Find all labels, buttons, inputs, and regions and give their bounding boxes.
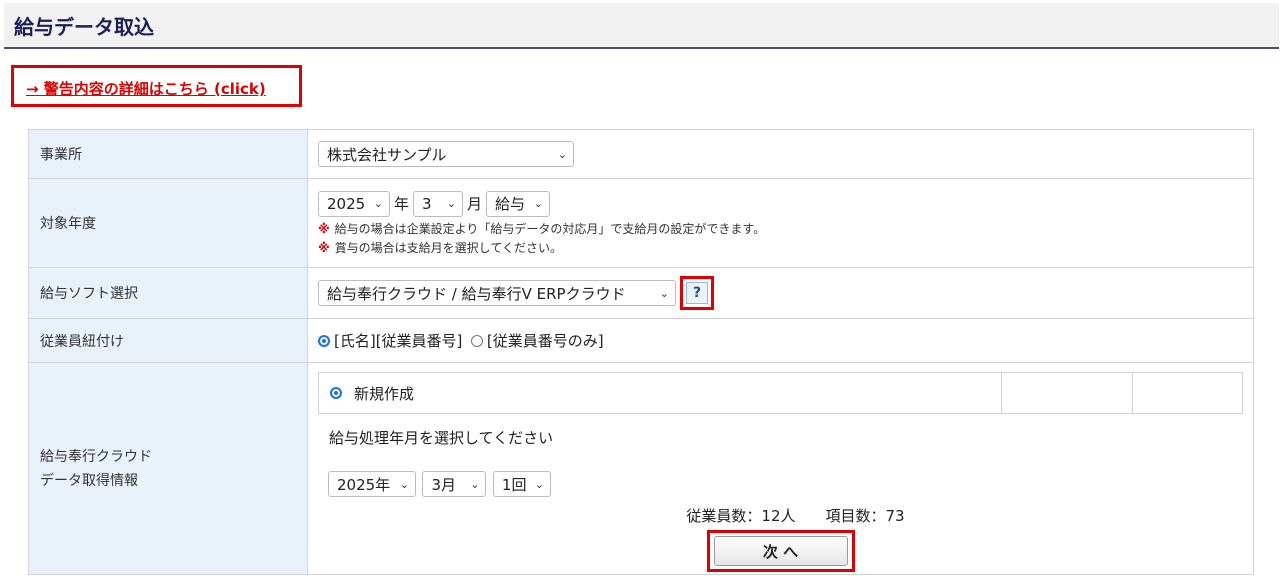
row-employee-link: 従業員紐付け [氏名][従業員番号] [従業員番号のみ] xyxy=(28,318,1254,363)
page-title: 給与データ取込 xyxy=(14,15,154,39)
process-count-select[interactable]: 1回 ⌄ xyxy=(492,471,551,497)
help-icon[interactable]: ? xyxy=(686,282,708,304)
office-label: 事業所 xyxy=(28,129,308,179)
month-unit: 月 xyxy=(467,195,483,213)
note-bonus: ※ 賞与の場合は支給月を選択してください。 xyxy=(318,239,1243,258)
month-select-value: 3 xyxy=(422,194,432,213)
note-mark-icon: ※ xyxy=(318,221,330,236)
chevron-down-icon: ⌄ xyxy=(534,477,544,491)
radio-name-and-number[interactable] xyxy=(318,334,330,347)
bugyo-info-label-line2: データ取得情報 xyxy=(40,472,138,489)
chevron-down-icon: ⌄ xyxy=(659,286,669,300)
month-select[interactable]: 3 ⌄ xyxy=(413,190,464,217)
chevron-down-icon: ⌄ xyxy=(557,147,567,161)
new-create-panel: 新規作成 xyxy=(318,372,1243,414)
employee-link-label: 従業員紐付け xyxy=(28,318,308,363)
row-software: 給与ソフト選択 給与奉行クラウド / 給与奉行V ERPクラウド ⌄ ? xyxy=(28,267,1254,319)
office-select[interactable]: 株式会社サンプル ⌄ xyxy=(318,141,574,167)
note-mark-icon: ※ xyxy=(318,240,330,255)
note-salary-text: 給与の場合は企業設定より「給与データの対応月」で支給月の設定ができます。 xyxy=(334,221,766,236)
next-highlight-box: 次 へ xyxy=(706,530,855,572)
page-header: 給与データ取込 xyxy=(4,3,1279,49)
help-highlight-box: ? xyxy=(680,276,714,310)
row-target-year: 対象年度 2025 ⌄ 年 3 ⌄ 月 給与 ⌄ ※ 給与の場合は企業設定より「給… xyxy=(28,178,1254,268)
target-year-label: 対象年度 xyxy=(28,178,308,268)
radio-number-only-label[interactable]: [従業員番号のみ] xyxy=(487,332,604,350)
note-bonus-text: 賞与の場合は支給月を選択してください。 xyxy=(334,240,562,255)
period-prompt: 給与処理年月を選択してください xyxy=(329,429,554,447)
bugyo-info-label-line1: 給与奉行クラウド xyxy=(40,448,152,465)
chevron-down-icon: ⌄ xyxy=(446,197,457,210)
software-select-value: 給与奉行クラウド / 給与奉行V ERPクラウド xyxy=(327,284,626,303)
process-month-select-value: 3月 xyxy=(431,475,456,494)
process-count-select-value: 1回 xyxy=(501,475,527,494)
new-create-label[interactable]: 新規作成 xyxy=(354,383,414,404)
process-month-select[interactable]: 3月 ⌄ xyxy=(422,471,487,497)
radio-number-only[interactable] xyxy=(470,334,483,347)
next-button[interactable]: 次 へ xyxy=(713,536,848,566)
process-year-select[interactable]: 2025年 ⌄ xyxy=(328,471,416,497)
import-settings-table: 事業所 株式会社サンプル ⌄ 対象年度 2025 ⌄ 年 3 ⌄ 月 給与 ⌄ … xyxy=(28,129,1254,575)
radio-name-and-number-label[interactable]: [氏名][従業員番号] xyxy=(334,332,462,350)
radio-new-create[interactable] xyxy=(330,387,342,399)
year-select-value: 2025 xyxy=(327,194,366,213)
software-label: 給与ソフト選択 xyxy=(28,267,308,319)
chevron-down-icon: ⌄ xyxy=(399,477,409,491)
employee-item-summary: 従業員数：12人 項目数：73 xyxy=(686,507,905,525)
year-select[interactable]: 2025 ⌄ xyxy=(318,190,390,217)
warning-details-link[interactable]: → 警告内容の詳細はこちら (click) xyxy=(26,78,266,99)
note-salary: ※ 給与の場合は企業設定より「給与データの対応月」で支給月の設定ができます。 xyxy=(318,220,1243,239)
process-year-select-value: 2025年 xyxy=(337,475,391,494)
warning-highlight-box: → 警告内容の詳細はこちら (click) xyxy=(11,65,302,107)
office-select-value: 株式会社サンプル xyxy=(327,145,447,164)
chevron-down-icon: ⌄ xyxy=(533,197,544,210)
row-office: 事業所 株式会社サンプル ⌄ xyxy=(28,129,1254,179)
pay-type-select-value: 給与 xyxy=(495,195,526,213)
year-unit: 年 xyxy=(394,195,410,213)
software-select[interactable]: 給与奉行クラウド / 給与奉行V ERPクラウド ⌄ xyxy=(318,280,676,306)
pay-type-select[interactable]: 給与 ⌄ xyxy=(486,190,551,217)
chevron-down-icon: ⌄ xyxy=(373,197,383,210)
row-bugyo-info: 給与奉行クラウド データ取得情報 新規作成 給与処理年月を選択してください 20… xyxy=(28,362,1254,575)
chevron-down-icon: ⌄ xyxy=(470,477,480,491)
bugyo-info-label: 給与奉行クラウド データ取得情報 xyxy=(28,362,308,575)
